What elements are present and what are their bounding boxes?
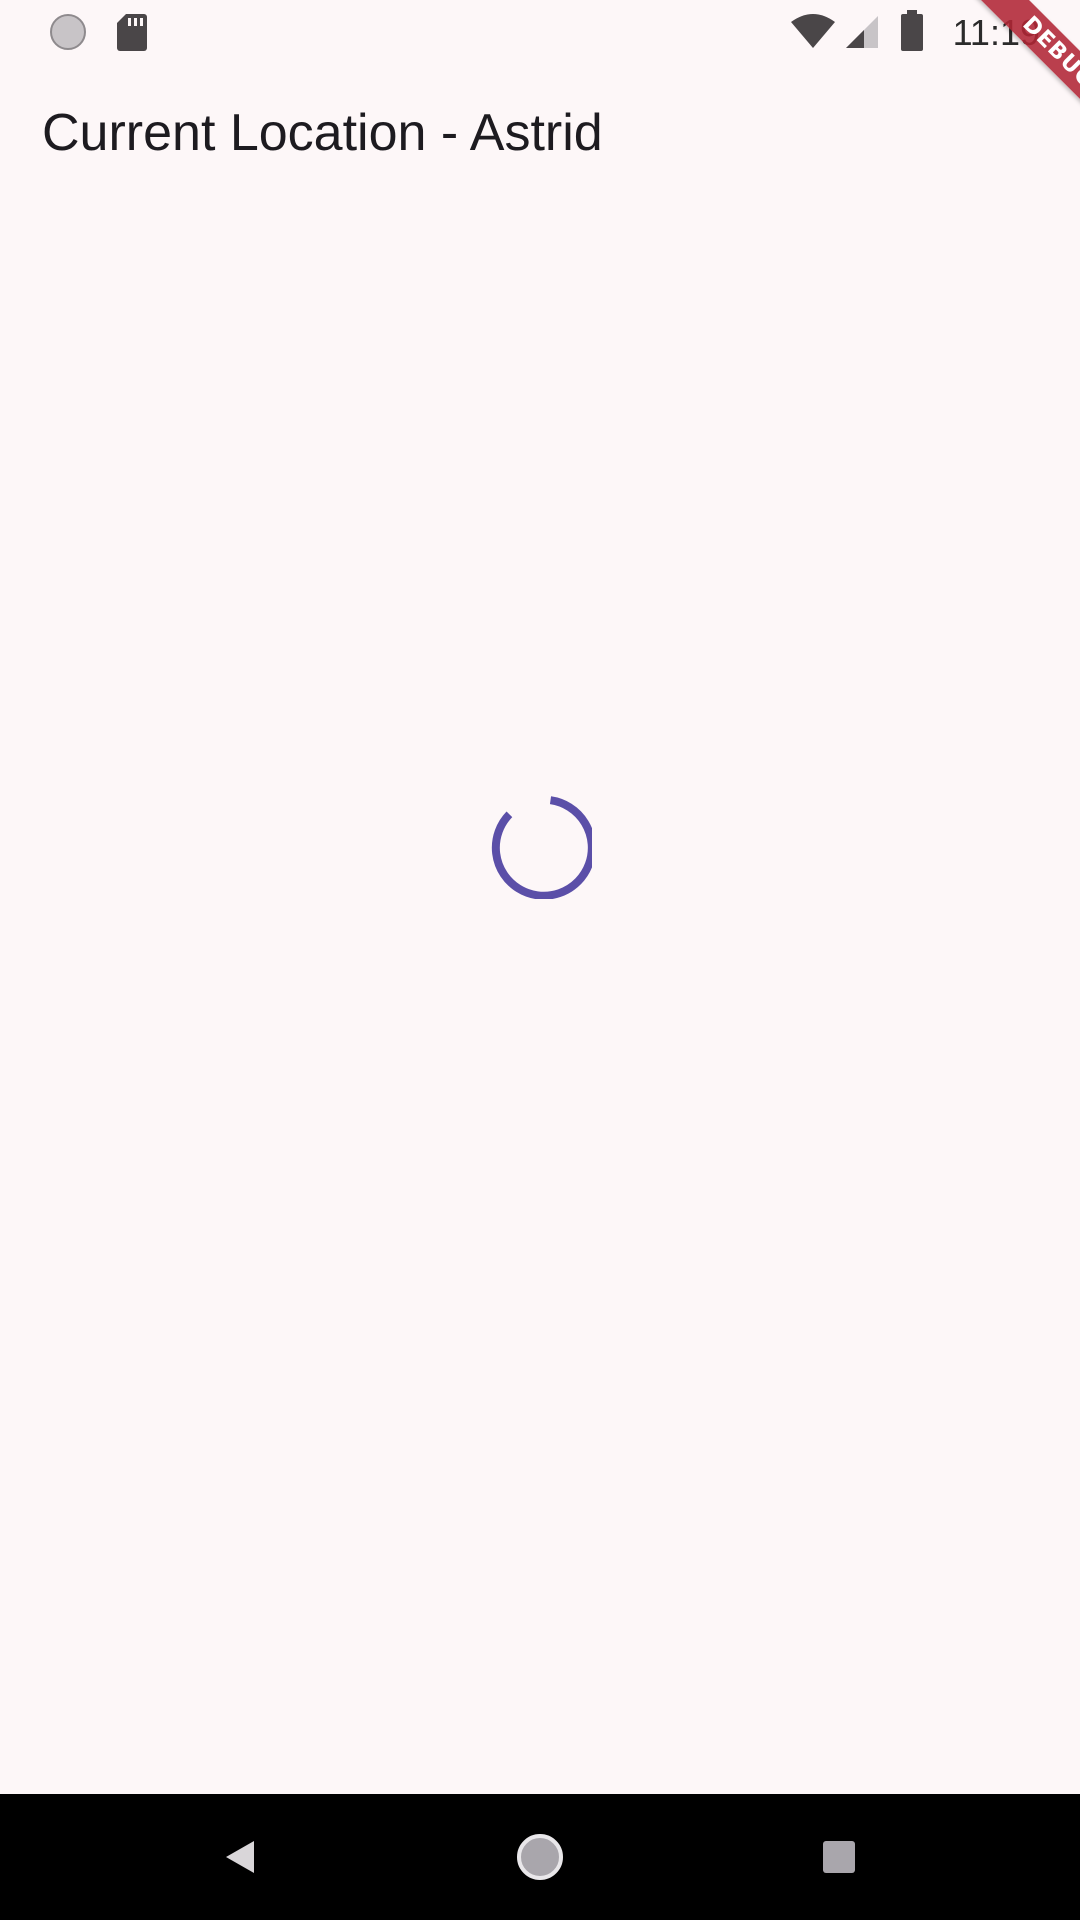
back-icon[interactable]: [208, 1824, 274, 1890]
app-bar: Current Location - Astrid: [0, 66, 1080, 206]
record-dot-icon: [50, 14, 86, 50]
home-icon[interactable]: [507, 1824, 573, 1890]
recents-icon[interactable]: [806, 1824, 872, 1890]
status-bar: 11:19: [0, 0, 1080, 66]
sd-card-icon: [117, 14, 147, 51]
loading-spinner-icon: [491, 796, 592, 899]
map-content-area: [0, 206, 1080, 1794]
status-time: 11:19: [952, 12, 1040, 53]
cell-signal-icon: [846, 16, 878, 48]
battery-icon: [901, 10, 923, 51]
page-title: Current Location - Astrid: [42, 104, 603, 162]
system-nav-bar: [0, 1794, 1080, 1920]
wifi-icon: [791, 14, 835, 48]
